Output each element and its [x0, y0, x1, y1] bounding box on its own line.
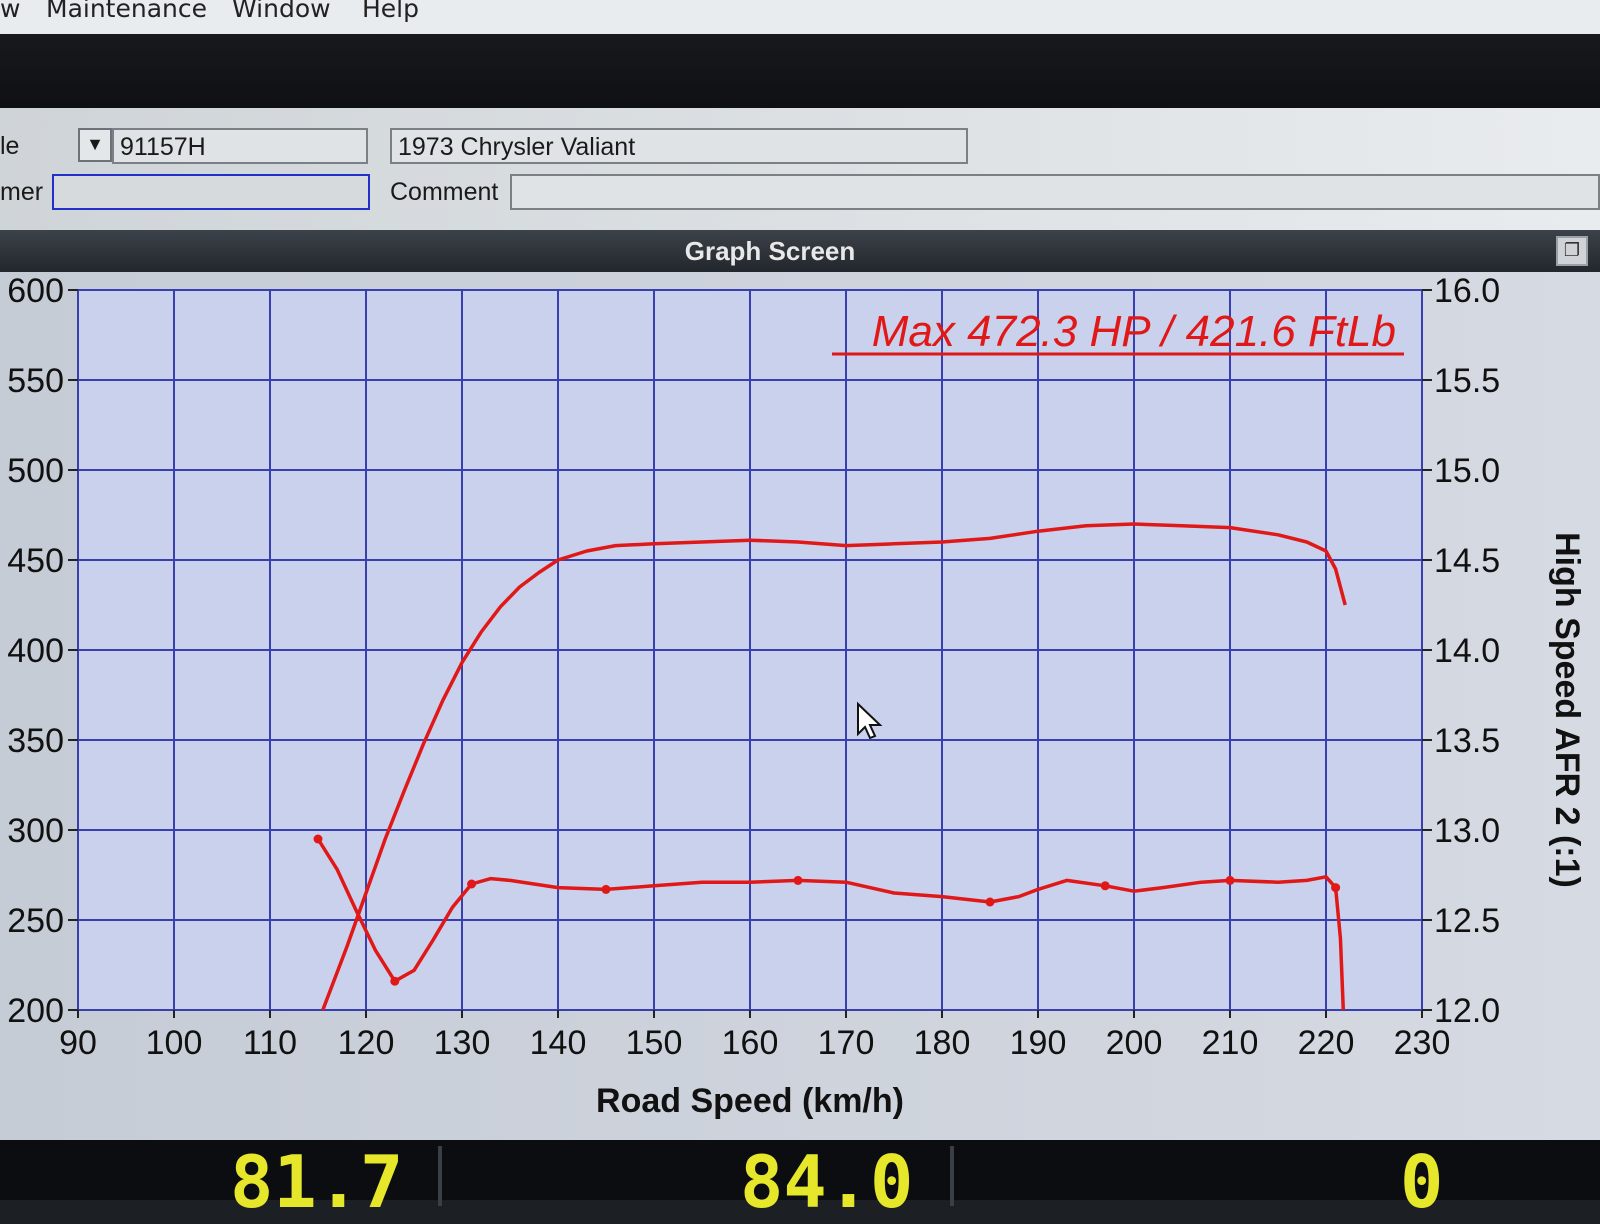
y-tick-label: 250: [7, 902, 64, 940]
graph-window-titlebar: Graph Screen ❐: [0, 230, 1600, 272]
y2-tick-label: 15.0: [1434, 452, 1500, 490]
y-tick-label: 400: [7, 632, 64, 670]
menu-item-view[interactable]: w: [0, 0, 20, 23]
series-point: [985, 897, 995, 907]
menu-item-maintenance[interactable]: Maintenance: [46, 0, 207, 23]
max-power-label: Max 472.3 HP / 421.6 FtLb: [872, 307, 1396, 356]
dropdown-arrow-icon: ▼: [86, 134, 104, 154]
readout-value-2: 84.0: [740, 1140, 914, 1224]
file-field[interactable]: 91157H: [112, 128, 368, 164]
x-tick-label: 170: [818, 1024, 875, 1062]
y2-axis-ticks: 12.0 12.5 13.0 13.5 14.0 14.5 15.0 15.5 16.0: [1422, 272, 1500, 1030]
x-tick-label: 120: [338, 1024, 395, 1062]
readout-value-1: 81.7: [230, 1140, 404, 1224]
y2-tick-label: 12.0: [1434, 992, 1500, 1030]
y2-tick-label: 14.5: [1434, 542, 1500, 580]
x-tick-label: 90: [59, 1024, 97, 1062]
comment-label: Comment: [390, 178, 499, 206]
y2-tick-label: 12.5: [1434, 902, 1500, 940]
file-dropdown-button[interactable]: ▼: [78, 128, 112, 162]
x-tick-label: 110: [243, 1024, 297, 1062]
y2-axis-title: High Speed AFR 2 (:1): [1548, 532, 1586, 888]
x-tick-label: 220: [1298, 1024, 1355, 1062]
menu-bar: w Maintenance Window Help: [0, 0, 1600, 34]
y-axis-ticks: 200 250 300 350 400 450 500 550 600: [7, 272, 78, 1030]
series-point: [313, 834, 323, 844]
restore-window-button[interactable]: ❐: [1556, 236, 1588, 266]
graph-area: 90 100 110 120 130 140 150 160 170 180 190 200 210 22…: [0, 272, 1600, 1140]
y-tick-label: 550: [7, 362, 64, 400]
y2-tick-label: 16.0: [1434, 272, 1500, 310]
x-tick-label: 200: [1106, 1024, 1163, 1062]
vehicle-field[interactable]: 1973 Chrysler Valiant: [390, 128, 968, 164]
readout-value-3: 0: [1400, 1140, 1444, 1224]
y2-tick-label: 13.0: [1434, 812, 1500, 850]
y-tick-label: 350: [7, 722, 64, 760]
run-info-panel: le ▼ 91157H 1973 Chrysler Valiant mer Co…: [0, 108, 1600, 230]
customer-label: mer: [0, 178, 44, 206]
x-tick-label: 190: [1010, 1024, 1067, 1062]
comment-field[interactable]: [510, 174, 1600, 210]
graph-window-title: Graph Screen: [684, 236, 856, 266]
file-label: le: [0, 132, 20, 160]
y-tick-label: 300: [7, 812, 64, 850]
x-axis-ticks: 90 100 110 120 130 140 150 160 170 180 190 200 210 22…: [59, 1010, 1450, 1062]
series-point: [1225, 875, 1235, 885]
series-point: [601, 884, 611, 894]
readout-divider: [950, 1146, 954, 1206]
x-tick-label: 160: [722, 1024, 779, 1062]
series-point: [1331, 883, 1341, 893]
y2-tick-label: 13.5: [1434, 722, 1500, 760]
series-point: [390, 976, 400, 986]
readout-divider: [438, 1146, 442, 1206]
series-point: [467, 879, 477, 889]
y-tick-label: 200: [7, 992, 64, 1030]
x-tick-label: 180: [914, 1024, 971, 1062]
x-tick-label: 140: [530, 1024, 587, 1062]
x-tick-label: 210: [1202, 1024, 1259, 1062]
y2-tick-label: 14.0: [1434, 632, 1500, 670]
y-tick-label: 600: [7, 272, 64, 310]
menu-item-help[interactable]: Help: [362, 0, 419, 23]
customer-field[interactable]: [52, 174, 370, 210]
y-tick-label: 500: [7, 452, 64, 490]
restore-window-icon: ❐: [1563, 240, 1581, 260]
x-tick-label: 100: [146, 1024, 203, 1062]
x-tick-label: 130: [434, 1024, 491, 1062]
dyno-chart: 90 100 110 120 130 140 150 160 170 180 190 200 210 22…: [7, 272, 1586, 1120]
toolbar-area: [0, 34, 1600, 108]
x-tick-label: 150: [626, 1024, 683, 1062]
y-tick-label: 450: [7, 542, 64, 580]
y2-tick-label: 15.5: [1434, 362, 1500, 400]
live-readout-strip: 81.7 84.0 0: [0, 1140, 1600, 1218]
x-axis-title: Road Speed (km/h): [596, 1082, 904, 1120]
series-point: [1100, 881, 1110, 891]
menu-item-window[interactable]: Window: [232, 0, 331, 23]
series-point: [793, 875, 803, 885]
